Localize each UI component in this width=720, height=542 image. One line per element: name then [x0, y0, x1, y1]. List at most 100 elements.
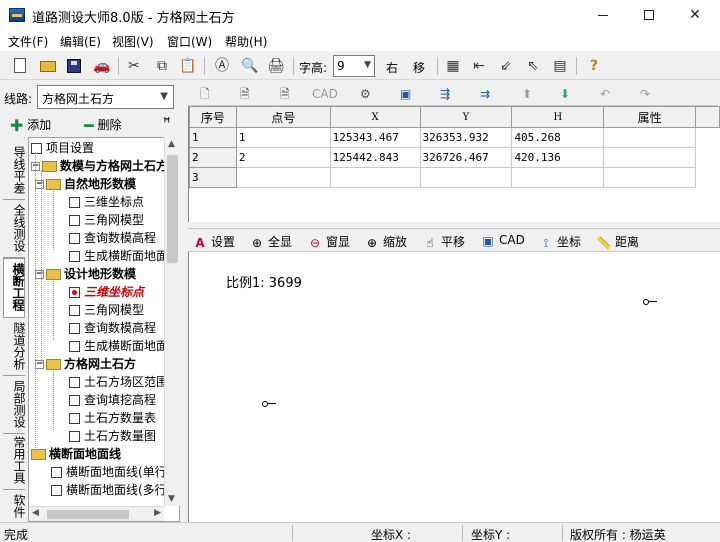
menu-help[interactable]: 帮助(H) — [225, 33, 267, 50]
tree-item[interactable]: 生成横断面地面 — [69, 337, 168, 355]
tree-item[interactable]: 查询填挖高程 — [69, 391, 156, 409]
cell-x[interactable] — [329, 167, 421, 188]
scroll-thumb[interactable] — [167, 155, 178, 263]
column-header[interactable]: 属性 — [603, 106, 697, 128]
scroll-down-icon[interactable]: ▼ — [168, 494, 175, 504]
zoom-window-button[interactable]: ⊖ 窗显 — [307, 233, 350, 250]
tree-item[interactable]: 横断面地面线(多行 — [51, 481, 167, 499]
tab-local-survey[interactable]: 局部测设 — [3, 378, 26, 434]
column-header[interactable]: X — [329, 106, 421, 128]
maximize-button[interactable] — [626, 0, 672, 31]
layout-button-5[interactable]: ▤ — [550, 56, 570, 76]
cell-point[interactable]: 2 — [235, 147, 331, 168]
align-right-button[interactable]: 右 — [386, 59, 398, 76]
cell-h[interactable] — [511, 167, 605, 188]
tree-item[interactable]: 三维坐标点 — [69, 193, 144, 211]
grid-move-up-button[interactable]: ⬆ — [522, 84, 532, 104]
cell-h[interactable]: 405.268 — [511, 127, 605, 148]
tree-item[interactable]: − 设计地形数模 — [35, 265, 136, 283]
font-size-select[interactable]: 9 ▼ — [333, 55, 375, 77]
find-button[interactable]: 🔍 — [240, 56, 260, 76]
tab-full-survey[interactable]: 全线测设 — [3, 202, 26, 258]
layout-button-3[interactable]: ⇙ — [496, 56, 516, 76]
tree-item[interactable]: 横断面地面线(单行 — [51, 463, 167, 481]
cell-y[interactable]: 326353.932 — [419, 127, 513, 148]
point-marker[interactable] — [643, 299, 657, 305]
scroll-left-icon[interactable]: ◀ — [32, 508, 39, 518]
cell-h[interactable]: 420.136 — [511, 147, 605, 168]
scroll-thumb[interactable] — [47, 510, 129, 519]
column-header[interactable]: 点号 — [235, 106, 331, 128]
table-row[interactable]: 1 1 125343.467 326353.932 405.268 — [189, 127, 720, 148]
layout-button-4[interactable]: ⇖ — [523, 56, 543, 76]
column-header[interactable]: Y — [419, 106, 513, 128]
tree-item[interactable]: 土石方场区范围 — [69, 373, 168, 391]
point-marker[interactable] — [262, 401, 276, 407]
open-button[interactable] — [38, 56, 58, 76]
drawing-canvas[interactable]: 比例1: 3699 — [188, 252, 720, 522]
cut-button[interactable]: ✂ — [124, 56, 144, 76]
minimize-button[interactable] — [580, 0, 626, 31]
grid-redo-button[interactable]: ↷ — [640, 84, 650, 104]
table-row[interactable]: 3 — [189, 167, 720, 188]
scroll-up-icon[interactable]: ▲ — [168, 139, 175, 149]
tab-cross-section[interactable]: 横断工程 — [3, 258, 25, 318]
grid-tool-button[interactable]: ⚙ — [360, 84, 371, 104]
cell-point[interactable]: 1 — [235, 127, 331, 148]
help-button[interactable]: ? — [584, 56, 604, 76]
move-button[interactable]: 移 — [413, 59, 425, 76]
text-button[interactable]: Ⓐ — [212, 56, 232, 76]
tree-item[interactable]: 查询数模高程 — [69, 229, 156, 247]
menu-window[interactable]: 窗口(W) — [167, 33, 212, 50]
tree-item[interactable]: 横断面地面线 — [31, 445, 121, 463]
new-button[interactable] — [10, 56, 30, 76]
layout-button-1[interactable]: ▦ — [443, 56, 463, 76]
tree-item[interactable]: 生成横断面地面 — [69, 247, 168, 265]
cell-x[interactable]: 125343.467 — [329, 127, 421, 148]
grid-append-button[interactable]: ⇉ — [480, 84, 490, 104]
scroll-right-icon[interactable]: ▶ — [154, 508, 161, 518]
grid-new-button[interactable]: 🗋 — [200, 84, 210, 104]
tree-item-selected[interactable]: 三维坐标点 — [69, 283, 144, 301]
tree-item[interactable]: − 数模与方格网土石方 — [31, 157, 168, 175]
tree-item[interactable]: 三角网模型 — [69, 211, 144, 229]
zoom-all-button[interactable]: ⊕ 全显 — [249, 233, 292, 250]
cell-point[interactable] — [235, 167, 331, 188]
delete-button[interactable]: ━ 删除 — [84, 116, 121, 135]
cell-attribute[interactable] — [603, 167, 697, 188]
tree-item[interactable]: 查询数模高程 — [69, 319, 156, 337]
close-button[interactable]: ✕ — [672, 0, 718, 31]
save-button[interactable] — [64, 56, 84, 76]
tree-vertical-scrollbar[interactable]: ▲ ▼ — [164, 137, 180, 506]
pan-button[interactable]: ☝ 平移 — [422, 233, 465, 250]
grid-cad-button[interactable]: CAD — [312, 84, 338, 104]
cell-y[interactable]: 326726.467 — [419, 147, 513, 168]
zoom-button[interactable]: ⊕ 缩放 — [364, 233, 407, 250]
paste-button[interactable]: 📋 — [178, 56, 198, 76]
menu-view[interactable]: 视图(V) — [112, 33, 154, 50]
cell-attribute[interactable] — [603, 127, 697, 148]
grid-undo-button[interactable]: ↶ — [600, 84, 610, 104]
grid-screen-button[interactable]: ▣ — [400, 84, 411, 104]
print-button[interactable]: 🖨 — [266, 56, 286, 76]
tree-item[interactable]: − 方格网土石方 — [35, 355, 136, 373]
tree-item[interactable]: 项目设置 — [31, 139, 94, 157]
cell-attribute[interactable] — [603, 147, 697, 168]
tree-item[interactable]: 三角网模型 — [69, 301, 144, 319]
tab-tools[interactable]: 常用工具 — [3, 434, 26, 490]
add-button[interactable]: ✚ 添加 — [10, 116, 51, 135]
grid-export-button[interactable]: 🗎 — [280, 84, 290, 104]
tab-tunnel[interactable]: 隧道分析 — [3, 320, 26, 376]
menu-file[interactable]: 文件(F) — [8, 33, 48, 50]
tree-item[interactable]: 土石方数量图 — [69, 427, 156, 445]
settings-button[interactable]: A 设置 — [192, 233, 235, 250]
column-header[interactable]: 序号 — [189, 106, 237, 128]
table-row[interactable]: 2 2 125442.843 326726.467 420.136 — [189, 147, 720, 168]
cell-y[interactable] — [419, 167, 513, 188]
tab-software[interactable]: 软件 — [3, 492, 26, 522]
cad-button[interactable]: ▣ CAD — [480, 233, 525, 248]
distance-button[interactable]: 📏 距离 — [596, 233, 640, 250]
column-header[interactable]: H — [511, 106, 605, 128]
coordinate-button[interactable]: ⟟ 坐标 — [538, 233, 581, 250]
print-preview-button[interactable]: 🚗 — [92, 56, 112, 76]
